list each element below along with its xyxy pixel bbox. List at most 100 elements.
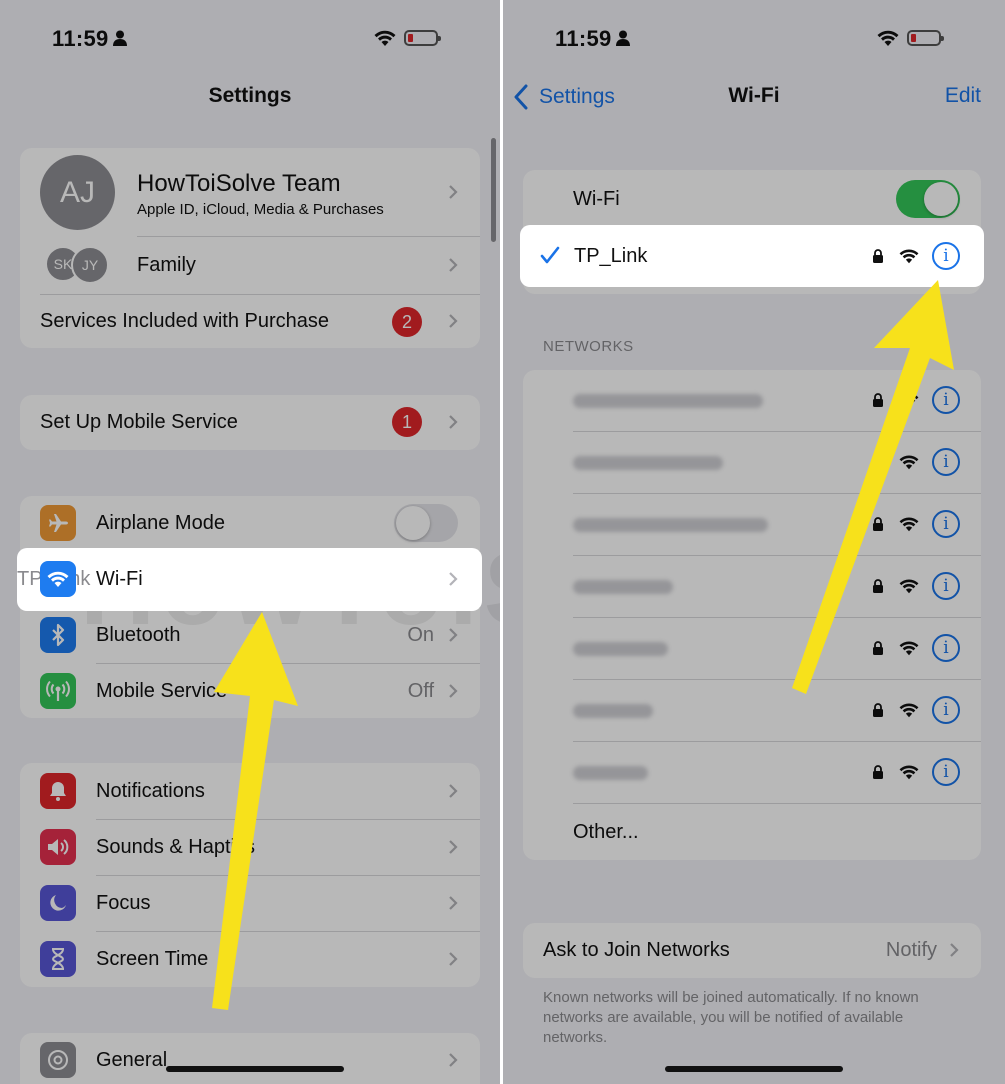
wifi-signal-icon <box>899 517 919 532</box>
info-icon[interactable]: i <box>932 696 960 724</box>
wifi-status-icon <box>877 30 899 46</box>
chevron-right-icon <box>449 572 458 586</box>
focus-row[interactable]: Focus <box>20 876 480 931</box>
gear-icon <box>40 1042 76 1078</box>
ask-join-label: Ask to Join Networks <box>543 939 730 961</box>
profile-name: HowToiSolve Team <box>137 170 341 197</box>
chevron-right-icon <box>449 684 458 698</box>
network-name-blurred <box>573 580 673 594</box>
bluetooth-label: Bluetooth <box>96 624 181 646</box>
info-icon[interactable]: i <box>932 634 960 662</box>
bluetooth-icon <box>40 617 76 653</box>
chevron-right-icon <box>449 185 458 199</box>
info-icon[interactable]: i <box>932 758 960 786</box>
hourglass-icon <box>40 941 76 977</box>
wifi-label: Wi-Fi <box>96 568 143 590</box>
networks-header: NETWORKS <box>543 338 634 355</box>
info-icon[interactable]: i <box>932 242 960 270</box>
info-icon[interactable]: i <box>932 448 960 476</box>
battery-icon <box>404 30 441 46</box>
wifi-signal-icon <box>899 765 919 780</box>
wifi-toggle[interactable] <box>896 180 960 218</box>
toggle-knob <box>924 182 958 216</box>
wifi-screen: 11:59 Settings Wi-Fi Edit Wi-Fi NETWORKS… <box>503 0 1005 1084</box>
airplane-icon <box>40 505 76 541</box>
sounds-row[interactable]: Sounds & Haptics <box>20 820 480 875</box>
chevron-right-icon <box>449 314 458 328</box>
ask-join-row[interactable]: Ask to Join Networks Notify <box>523 923 981 978</box>
apple-id-row[interactable]: AJ HowToiSolve Team Apple ID, iCloud, Me… <box>20 148 480 236</box>
wifi-status-icon <box>374 30 396 46</box>
wifi-row[interactable]: Wi-Fi TP_Link <box>17 548 482 611</box>
ask-join-group: Ask to Join Networks Notify <box>523 923 981 978</box>
screen-time-label: Screen Time <box>96 948 209 970</box>
wifi-signal-icon <box>899 641 919 656</box>
wifi-icon <box>40 561 76 597</box>
chevron-right-icon <box>449 628 458 642</box>
lock-icon <box>873 641 883 655</box>
chevron-right-icon <box>449 415 458 429</box>
lock-icon <box>873 249 883 263</box>
wifi-toggle-label: Wi-Fi <box>573 187 620 210</box>
family-avatar: JY <box>71 246 109 284</box>
chevron-right-icon <box>449 952 458 966</box>
chevron-right-icon <box>449 840 458 854</box>
network-row[interactable]: i <box>523 370 981 431</box>
network-row[interactable]: i <box>523 680 981 741</box>
other-label: Other... <box>573 820 639 843</box>
edit-button[interactable]: Edit <box>945 84 981 108</box>
services-row[interactable]: Services Included with Purchase 2 <box>20 295 480 348</box>
general-row[interactable]: General <box>20 1033 480 1084</box>
scroll-indicator[interactable] <box>491 138 496 242</box>
notifications-label: Notifications <box>96 779 205 802</box>
lock-icon <box>873 703 883 717</box>
chevron-right-icon <box>449 784 458 798</box>
airplane-mode-row[interactable]: Airplane Mode <box>20 496 480 551</box>
mobile-setup-row[interactable]: Set Up Mobile Service 1 <box>20 395 480 450</box>
general-label: General <box>96 1049 168 1071</box>
wifi-toggle-row: Wi-Fi <box>523 170 981 228</box>
bell-icon <box>40 773 76 809</box>
other-network-row[interactable]: Other... <box>523 804 981 860</box>
home-indicator[interactable] <box>665 1066 843 1072</box>
screen-time-row[interactable]: Screen Time <box>20 932 480 987</box>
network-row[interactable]: i <box>523 556 981 617</box>
mobile-setup-group: Set Up Mobile Service 1 <box>20 395 480 450</box>
wifi-signal-icon <box>899 455 919 470</box>
info-icon[interactable]: i <box>932 386 960 414</box>
network-row[interactable]: i <box>523 432 981 493</box>
info-icon[interactable]: i <box>932 510 960 538</box>
family-row[interactable]: SK JY Family <box>20 237 480 293</box>
lock-icon <box>873 517 883 531</box>
network-row[interactable]: i <box>523 618 981 679</box>
bluetooth-value: On <box>407 624 434 646</box>
home-indicator[interactable] <box>166 1066 344 1072</box>
network-name-blurred <box>573 518 768 532</box>
toggle-knob <box>396 506 430 540</box>
bluetooth-row[interactable]: Bluetooth On <box>20 608 480 663</box>
sounds-label: Sounds & Haptics <box>96 836 255 858</box>
network-row[interactable]: i <box>523 742 981 803</box>
person-icon <box>113 30 127 46</box>
network-row[interactable]: i <box>523 494 981 555</box>
airplane-mode-toggle[interactable] <box>394 504 458 542</box>
info-icon[interactable]: i <box>932 572 960 600</box>
mobile-setup-label: Set Up Mobile Service <box>40 411 238 433</box>
wifi-signal-icon <box>899 393 919 408</box>
chevron-right-icon <box>950 943 959 957</box>
battery-icon <box>907 30 944 46</box>
wifi-signal-icon <box>899 703 919 718</box>
status-time: 11:59 <box>555 26 612 51</box>
network-name-blurred <box>573 394 763 408</box>
network-name-blurred <box>573 704 653 718</box>
avatar: AJ <box>40 155 115 230</box>
lock-icon <box>873 765 883 779</box>
profile-subtitle: Apple ID, iCloud, Media & Purchases <box>137 201 384 218</box>
page-title: Wi-Fi <box>728 84 780 107</box>
mobile-service-row[interactable]: Mobile Service Off <box>20 664 480 718</box>
status-bar: 11:59 <box>503 26 1005 54</box>
mobile-service-label: Mobile Service <box>96 679 228 702</box>
general-group: General <box>20 1033 480 1084</box>
connected-network-row[interactable]: TP_Link i <box>520 225 984 287</box>
notifications-row[interactable]: Notifications <box>20 763 480 819</box>
